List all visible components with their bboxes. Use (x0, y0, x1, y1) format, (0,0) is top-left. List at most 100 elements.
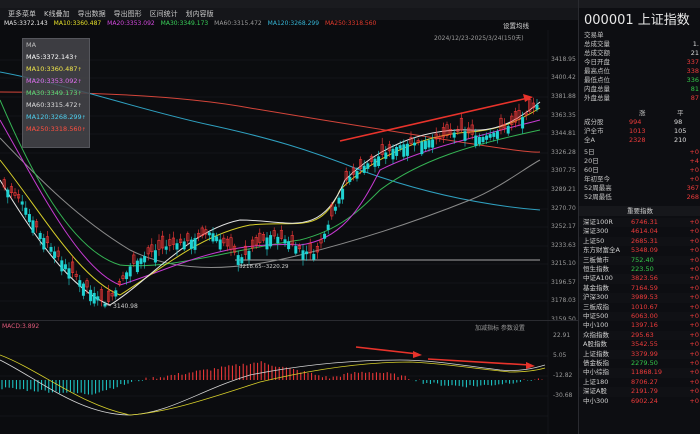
price-tick: 3289.21 (551, 186, 576, 193)
candle (452, 132, 456, 138)
candle (143, 255, 147, 263)
index-row[interactable]: 中证A100 3823.56 +0 (579, 274, 700, 284)
candle (189, 239, 193, 249)
index-row[interactable]: 沪深300 3989.53 +0 (579, 293, 700, 303)
panel-divider[interactable] (0, 320, 578, 321)
candle (24, 207, 28, 215)
candle (312, 253, 316, 260)
candle (373, 158, 377, 167)
price-tick: 3344.81 (551, 130, 576, 137)
candle (301, 250, 305, 260)
up-arrow-icon: ↑ (73, 55, 78, 61)
candle (377, 156, 381, 166)
candle (164, 246, 168, 250)
index-row[interactable]: 中小300 6902.24 +0 (579, 397, 700, 406)
toolbar-kline-overlay[interactable]: K线叠加 (44, 9, 70, 19)
toolbar-export-chart[interactable]: 导出图形 (114, 9, 142, 19)
price-tick: 3215.10 (551, 260, 576, 267)
period-row: 5日 +0 (584, 148, 699, 156)
candle (402, 144, 406, 157)
index-row[interactable]: 深证300 4614.04 +0 (579, 227, 700, 236)
index-row[interactable]: 深证100R 6746.31 +0 (579, 218, 700, 228)
indices-header[interactable]: 重要指数 (579, 206, 700, 216)
breadth-row: 全A 2328 210 (584, 136, 687, 144)
toolbar-more-menu[interactable]: 更多菜单 (8, 9, 36, 19)
candle (6, 189, 10, 198)
candle (211, 233, 215, 242)
index-row[interactable]: 上证180 8706.27 +0 (579, 378, 700, 387)
index-row[interactable]: 中小综指 11868.19 +0 (579, 368, 700, 378)
up-arrow-icon: ↑ (77, 91, 82, 97)
ma-settings-link[interactable]: 设置均线 (503, 20, 529, 30)
candle (341, 188, 345, 200)
breadth-row: 沪全市 1013 105 (584, 127, 687, 135)
candle (31, 220, 35, 233)
up-arrow-icon: ↑ (77, 67, 82, 73)
index-row[interactable]: 中证500 6063.00 +0 (579, 312, 700, 322)
toolbar-export-data[interactable]: 导出数据 (78, 9, 106, 19)
candle (463, 131, 467, 141)
candle (114, 290, 118, 297)
index-row[interactable]: 深证A股 2191.79 +0 (579, 387, 700, 397)
candle (92, 292, 96, 304)
candle (269, 235, 273, 247)
index-row[interactable]: 基金指数 7164.59 +0 (579, 284, 700, 293)
ma-box-item: MA20:3353.092↑ (26, 77, 82, 85)
candle (67, 268, 71, 279)
chart-toolbar: 更多菜单 K线叠加 导出数据 导出图形 区间统计 划内容版 (0, 8, 578, 20)
index-row[interactable]: 恒生指数 223.50 +0 (579, 265, 700, 274)
price-tick: 3252.17 (551, 223, 576, 230)
candle (89, 289, 93, 302)
candle (49, 246, 53, 252)
candle (333, 206, 337, 211)
price-tick: 3270.70 (551, 205, 576, 212)
index-row[interactable]: 三板成指 1010.67 +0 (579, 303, 700, 312)
candle (240, 257, 244, 264)
index-row[interactable]: 上证指数 3379.99 +0 (579, 349, 700, 359)
toolbar-range-stats[interactable]: 区间统计 (150, 9, 178, 19)
period-row: 60日 +0 (584, 166, 699, 174)
macd-label: MACD:3.892 (2, 323, 40, 330)
macd-tick: 22.91 (553, 332, 571, 339)
candle (323, 233, 327, 239)
index-row[interactable]: 东方财富全A 5348.09 +0 (579, 246, 700, 255)
up-arrow-icon: ↑ (81, 127, 86, 133)
index-row[interactable]: 上证50 2685.31 +0 (579, 236, 700, 247)
price-tick: 3307.75 (551, 167, 576, 174)
index-row[interactable]: 债金板指 2279.50 +0 (579, 359, 700, 368)
index-row[interactable]: A股指数 3542.55 +0 (579, 340, 700, 349)
ma-legend-row: MA5:3372.143 MA10:3360.487 MA20:3353.092… (0, 20, 578, 30)
ma-tooltip-box: MA MA5:3372.143↑ MA10:3360.487↑ MA20:335… (22, 38, 90, 148)
candle (78, 280, 82, 287)
index-row[interactable]: 众指指数 295.63 +0 (579, 330, 700, 341)
stat-row: 总成交量 1. (584, 40, 699, 48)
stat-row: 总成交额 21 (584, 49, 699, 57)
candle (427, 140, 431, 148)
candle (506, 126, 510, 134)
ma-box-item: MA250:3318.560↑ (26, 125, 86, 133)
macd-tool-links[interactable]: 加减指标 参数设置 (475, 323, 525, 332)
stat-row: 今日开盘 337 (584, 58, 699, 66)
breadth-row: 成分股 994 98 (584, 118, 683, 126)
macd-tick: -30.68 (553, 392, 573, 399)
candle (63, 264, 67, 270)
candle (413, 142, 417, 146)
candle (474, 135, 478, 147)
candle (53, 251, 57, 259)
security-code-title: 000001 上证指数 (584, 13, 690, 28)
date-range-label: 2024/12/23-2025/3/24(150天) (434, 35, 524, 42)
legend-ma30: MA30:3349.173 (160, 20, 209, 27)
candle (265, 237, 269, 250)
low-price-annotation: 3140.98 (113, 303, 138, 310)
index-row[interactable]: 三板做市 752.40 +0 (579, 255, 700, 265)
macd-axis: 22.91 5.05 -12.82 -30.68 (549, 330, 578, 434)
price-tick: 3418.95 (551, 56, 576, 63)
toolbar-draw-tools[interactable]: 划内容版 (186, 9, 214, 19)
candle (431, 139, 435, 148)
breadth-header: 涨平 (639, 109, 684, 117)
candle (218, 239, 222, 250)
index-row[interactable]: 中小100 1397.16 +0 (579, 321, 700, 330)
candle (135, 260, 139, 273)
ma-box-item: MA30:3349.173↑ (26, 89, 82, 97)
candle (207, 232, 211, 236)
